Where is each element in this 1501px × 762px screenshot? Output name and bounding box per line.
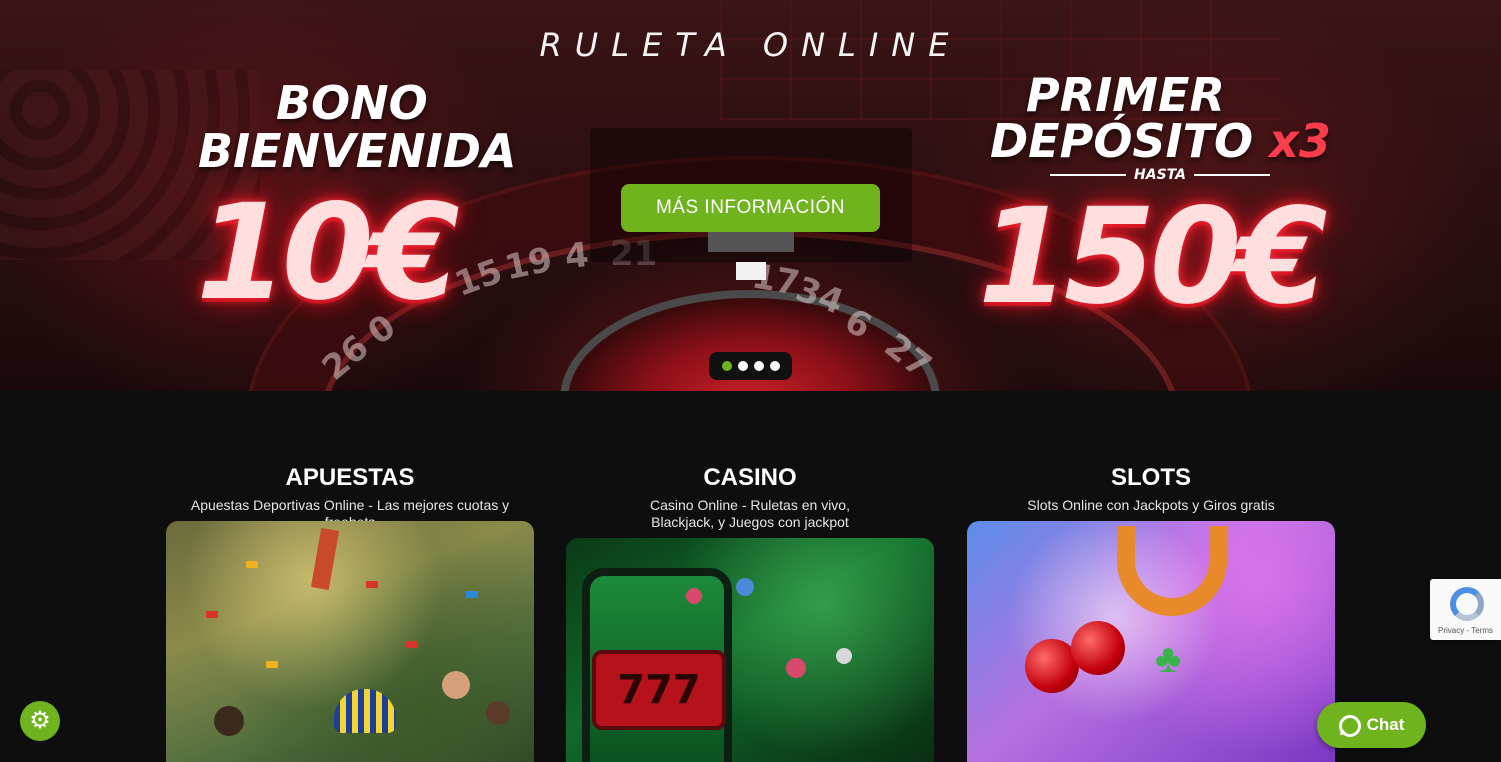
confetti (366, 581, 378, 588)
confetti (310, 527, 340, 591)
confetti (206, 611, 218, 618)
confetti (266, 661, 278, 668)
confetti (406, 641, 418, 648)
divider (1050, 174, 1127, 176)
category-subtitle: Slots Online con Jackpots y Giros gratis (1027, 497, 1275, 513)
mas-informacion-button[interactable]: MÁS INFORMACIÓN (621, 184, 880, 232)
chip-graphic (836, 648, 852, 664)
confetti (246, 561, 258, 568)
category-apuestas[interactable]: APUESTAS Apuestas Deportivas Online - La… (166, 391, 534, 762)
slot-reel: 777 (592, 650, 726, 730)
slider-pagination (709, 352, 792, 380)
category-subtitle-line1: Casino Online - Ruletas en vivo, (650, 497, 850, 513)
clover-icon: ♣ (1155, 637, 1182, 681)
slots-image[interactable]: ♣ (967, 521, 1335, 762)
category-subtitle-line2: Blackjack, y Juegos con jackpot (651, 514, 849, 530)
slider-dot-2[interactable] (737, 361, 748, 371)
category-title[interactable]: SLOTS (967, 464, 1335, 492)
category-casino[interactable]: CASINO Casino Online - Ruletas en vivo, … (566, 391, 934, 762)
monitor-stand-graphic (708, 232, 794, 252)
gear-icon: ⚙ (29, 707, 51, 734)
categories-section: APUESTAS Apuestas Deportivas Online - La… (0, 391, 1501, 762)
player-figure (486, 701, 510, 725)
chat-button[interactable]: Chat (1317, 702, 1426, 748)
casino-image[interactable]: 777 (566, 538, 934, 762)
category-title[interactable]: CASINO (566, 464, 934, 492)
chip-graphic (786, 658, 806, 678)
monitor-base-graphic (736, 262, 766, 280)
promo-multiplier: x3 (1269, 114, 1331, 168)
cookie-settings-button[interactable]: ⚙ (20, 701, 60, 741)
chip-graphic (736, 578, 754, 596)
player-figure (442, 671, 470, 699)
slider-dot-1[interactable] (721, 361, 732, 371)
recaptcha-badge[interactable]: Privacy - Terms (1430, 579, 1501, 640)
chip-graphic (686, 588, 702, 604)
apuestas-image[interactable] (166, 521, 534, 762)
chat-label: Chat (1366, 715, 1405, 734)
category-title[interactable]: APUESTAS (166, 464, 534, 492)
promo-bono-label: BONO (276, 76, 428, 130)
hero-title: RULETA ONLINE (539, 26, 962, 64)
cyclist-helmet (334, 689, 396, 733)
promo-bienvenida-label: BIENVENIDA (198, 124, 517, 178)
promo-deposito-label: DEPÓSITO x3 (990, 114, 1331, 168)
promo-deposito-text: DEPÓSITO (990, 114, 1254, 168)
promo-bono-amount: 10€ (196, 176, 460, 330)
category-slots[interactable]: SLOTS Slots Online con Jackpots y Giros … (967, 391, 1335, 762)
slider-dot-3[interactable] (753, 361, 764, 371)
divider (1193, 174, 1270, 176)
confetti (466, 591, 478, 598)
horseshoe-graphic (1117, 526, 1227, 616)
chat-bubble-icon (1338, 715, 1361, 737)
promo-deposito-amount: 150€ (978, 180, 1327, 334)
player-figure (214, 706, 244, 736)
slider-dot-4[interactable] (769, 361, 780, 371)
hero-banner[interactable]: 15 19 4 21 0 26 34 6 27 17 RULETA ONLINE… (0, 0, 1501, 391)
recaptcha-links[interactable]: Privacy - Terms (1430, 626, 1501, 635)
recaptcha-icon (1450, 587, 1484, 621)
cherry-graphic (1071, 621, 1125, 675)
wheel-number: 4 (563, 235, 591, 277)
